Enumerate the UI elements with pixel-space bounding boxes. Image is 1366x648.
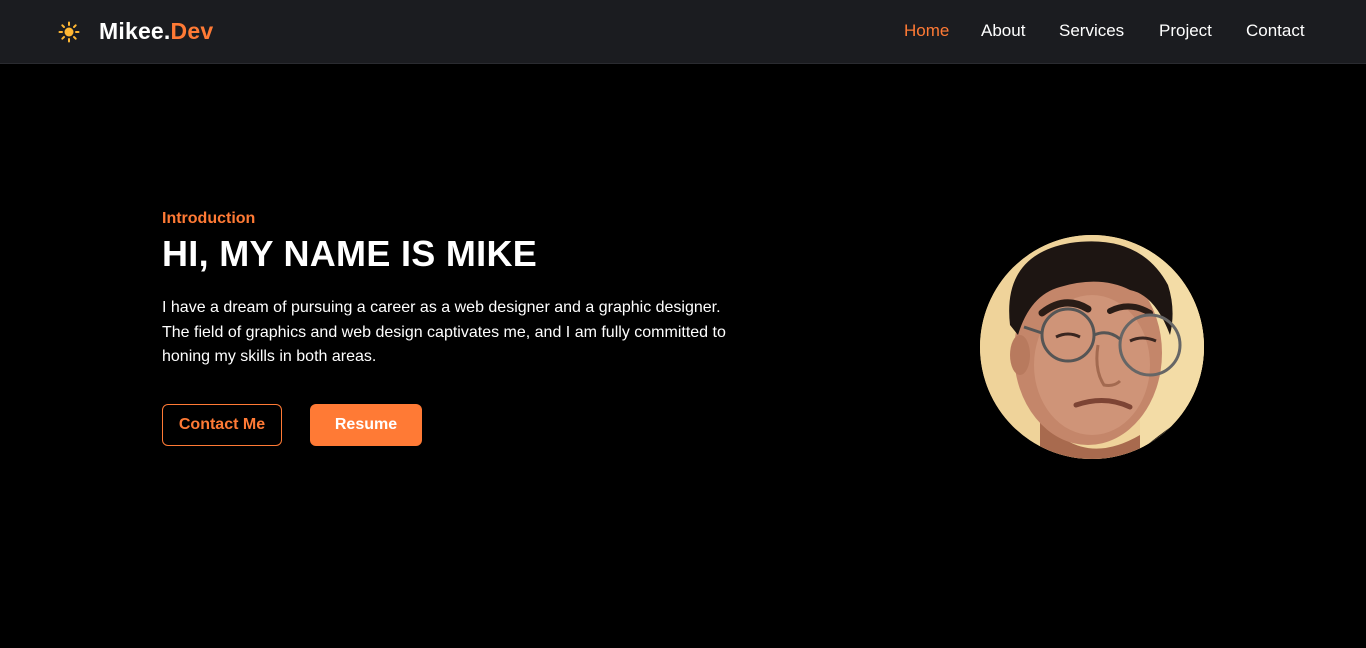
intro-label: Introduction: [162, 210, 256, 227]
hero-title: HI, MY NAME IS MIKE: [162, 233, 538, 274]
main-nav: Home About Services Project Contact: [0, 21, 1366, 45]
description-line: I have a dream of pursuing a career as a…: [162, 299, 721, 316]
nav-link-home[interactable]: Home: [904, 21, 949, 41]
profile-photo: [980, 235, 1204, 459]
nav-link-contact[interactable]: Contact: [1246, 21, 1305, 41]
contact-me-button[interactable]: Contact Me: [162, 404, 282, 446]
navbar: Mikee.Dev Home About Services Project Co…: [0, 0, 1366, 64]
nav-link-about[interactable]: About: [981, 21, 1025, 41]
hero-section: Introduction HI, MY NAME IS MIKE I have …: [162, 209, 762, 370]
description-line: The field of graphics and web design cap…: [162, 323, 726, 341]
nav-link-services[interactable]: Services: [1059, 21, 1124, 41]
nav-link-project[interactable]: Project: [1159, 21, 1212, 41]
description-line: honing my skills in both areas.: [162, 348, 377, 365]
hero-description: I have a dream of pursuing a career as a…: [162, 296, 762, 370]
resume-button[interactable]: Resume: [310, 404, 422, 446]
